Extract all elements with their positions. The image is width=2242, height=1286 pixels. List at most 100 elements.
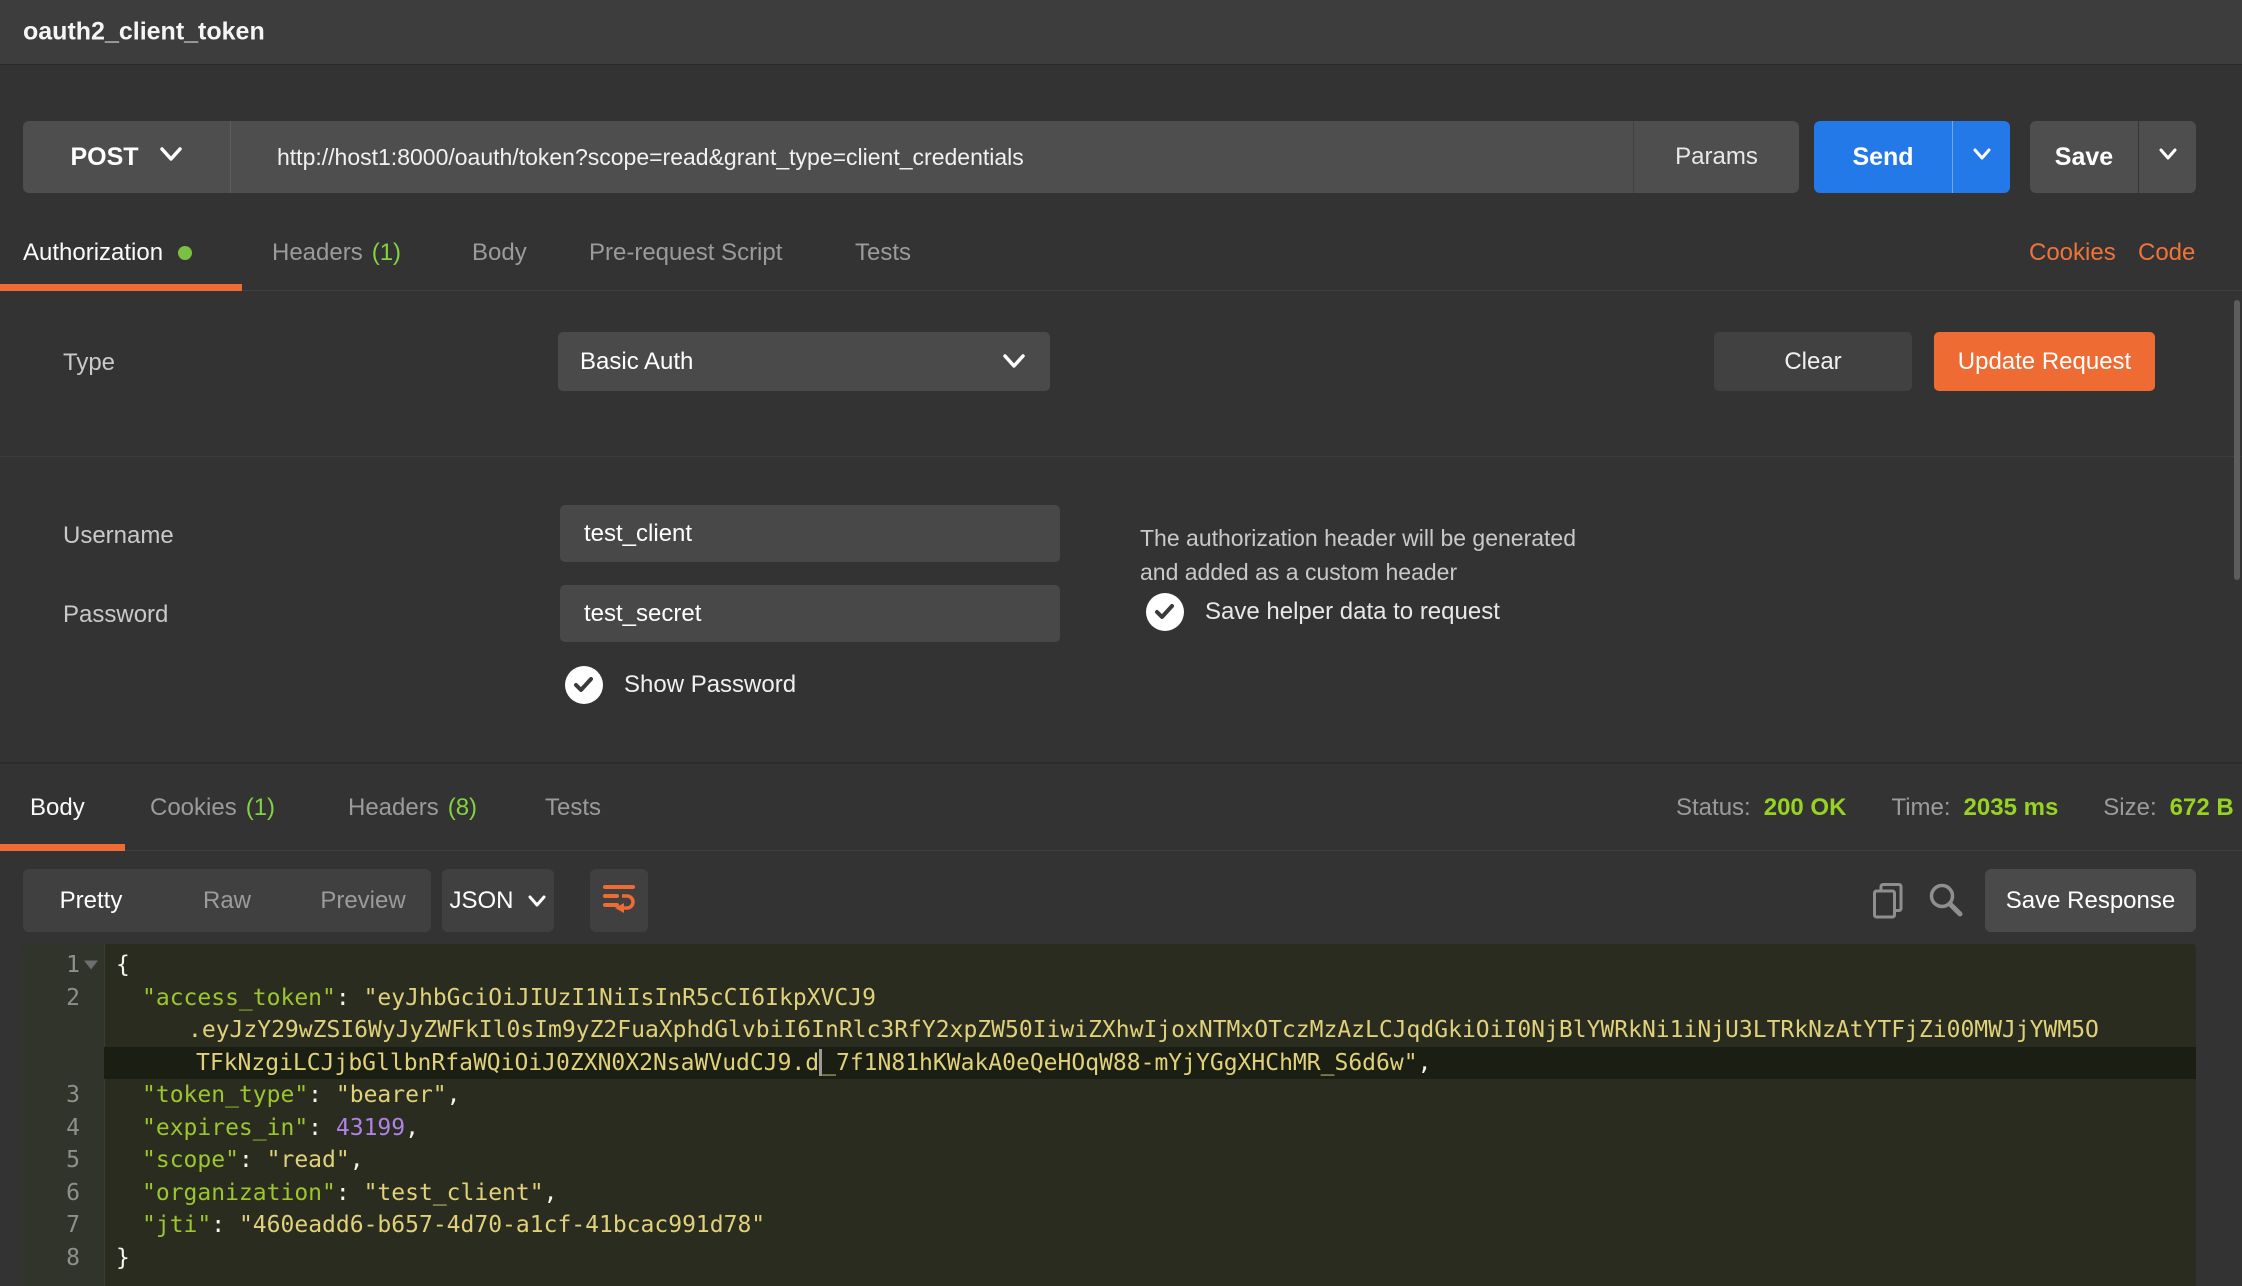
tab-headers[interactable]: Headers (1) [272, 239, 401, 267]
line-number [23, 1014, 104, 1047]
line-number: 8 [23, 1242, 104, 1275]
tab-body[interactable]: Body [472, 239, 527, 267]
response-tab-cookies[interactable]: Cookies (1) [150, 794, 275, 822]
send-button[interactable]: Send [1814, 121, 2010, 193]
code-line: 6"organization": "test_client", [23, 1177, 2196, 1210]
chevron-down-icon [1972, 148, 1992, 166]
code-line: 5"scope": "read", [23, 1144, 2196, 1177]
cookies-count-badge: (1) [246, 794, 275, 822]
response-format-dropdown[interactable]: JSON [442, 869, 554, 932]
size-value: 672 B [2170, 794, 2234, 822]
params-button[interactable]: Params [1633, 121, 1799, 193]
code-line: TFkNzgiLCJjbGllbnRfaWQiOiJ0ZXN0X2NsaWVud… [23, 1047, 2196, 1080]
search-response-button[interactable] [1928, 882, 1964, 923]
code-line: 7"jti": "460eadd6-b657-4d70-a1cf-41bcac9… [23, 1209, 2196, 1242]
response-tab-headers-label: Headers [348, 794, 439, 822]
response-meta: Status: 200 OK Time: 2035 ms Size: 672 B [1676, 794, 2234, 822]
tab-authorization[interactable]: Authorization [23, 239, 192, 267]
response-tab-cookies-label: Cookies [150, 794, 237, 822]
auth-type-dropdown[interactable]: Basic Auth [558, 332, 1050, 391]
save-label[interactable]: Save [2030, 121, 2138, 193]
code-line: 2"access_token": "eyJhbGciOiJIUzI1NiIsIn… [23, 982, 2196, 1015]
clear-button[interactable]: Clear [1714, 332, 1912, 391]
section-divider [0, 456, 2242, 457]
response-view-modes: Pretty Raw Preview [23, 869, 431, 932]
code-line: 3"token_type": "bearer", [23, 1079, 2196, 1112]
request-tabs: Authorization Headers (1) Body Pre-reque… [0, 215, 2242, 291]
cookies-link[interactable]: Cookies [2029, 239, 2116, 267]
code-text: .eyJzY29wZSI6WyJyZWFkIl0sIm9yZ2FuaXphdGl… [104, 1014, 2196, 1047]
code-lines: 1{2"access_token": "eyJhbGciOiJIUzI1NiIs… [23, 944, 2196, 1274]
view-mode-preview[interactable]: Preview [295, 869, 431, 932]
response-tab-tests-label: Tests [545, 794, 601, 822]
checkmark-icon [565, 666, 603, 704]
time-label: Time: [1891, 794, 1950, 822]
time-value: 2035 ms [1964, 794, 2059, 822]
copy-response-button[interactable] [1872, 882, 1904, 925]
code-text: "jti": "460eadd6-b657-4d70-a1cf-41bcac99… [104, 1209, 2196, 1242]
line-number [23, 1047, 104, 1080]
request-tab-title[interactable]: oauth2_client_token [23, 18, 265, 47]
auth-type-label: Type [63, 349, 115, 377]
chevron-down-icon [2158, 148, 2178, 166]
status-label: Status: [1676, 794, 1751, 822]
save-helper-label: Save helper data to request [1205, 598, 1500, 626]
response-body-editor[interactable]: 1{2"access_token": "eyJhbGciOiJIUzI1NiIs… [23, 944, 2196, 1286]
line-number: 6 [23, 1177, 104, 1210]
code-line: 4"expires_in": 43199, [23, 1112, 2196, 1145]
method-dropdown[interactable]: POST [23, 121, 231, 193]
fold-caret-icon[interactable] [84, 961, 98, 970]
auth-helper-note: The authorization header will be generat… [1140, 521, 1620, 589]
tab-body-label: Body [472, 239, 527, 267]
password-field[interactable] [560, 585, 1060, 642]
response-tab-headers[interactable]: Headers (8) [348, 794, 477, 822]
url-input[interactable] [231, 121, 1633, 193]
tab-prerequest-script[interactable]: Pre-request Script [589, 239, 782, 267]
username-label: Username [63, 522, 174, 550]
response-tab-body[interactable]: Body [30, 794, 85, 822]
chevron-down-icon [527, 887, 547, 915]
method-label: POST [70, 143, 138, 172]
save-response-button[interactable]: Save Response [1985, 869, 2196, 932]
active-response-tab-underline [0, 844, 125, 851]
code-line: 1{ [23, 949, 2196, 982]
update-request-button[interactable]: Update Request [1934, 332, 2155, 391]
view-mode-raw[interactable]: Raw [159, 869, 295, 932]
checkmark-icon [1146, 593, 1184, 631]
save-helper-checkbox[interactable]: Save helper data to request [1146, 593, 1500, 631]
line-number: 7 [23, 1209, 104, 1242]
save-options-dropdown[interactable] [2138, 121, 2196, 193]
response-format-value: JSON [449, 887, 513, 915]
auth-configured-dot [178, 246, 192, 260]
show-password-checkbox[interactable]: Show Password [565, 666, 796, 704]
send-label[interactable]: Send [1814, 121, 1952, 193]
view-mode-pretty[interactable]: Pretty [23, 869, 159, 932]
wrap-text-button[interactable] [590, 869, 648, 932]
chevron-down-icon [159, 147, 183, 167]
code-link[interactable]: Code [2138, 239, 2195, 267]
username-field[interactable] [560, 505, 1060, 562]
code-text: { [104, 949, 2196, 982]
tab-tests[interactable]: Tests [855, 239, 911, 267]
code-text: TFkNzgiLCJjbGllbnRfaWQiOiJ0ZXN0X2NsaWVud… [104, 1047, 2196, 1080]
status-value: 200 OK [1764, 794, 1847, 822]
line-number: 2 [23, 982, 104, 1015]
response-tabs: Body Cookies (1) Headers (8) Tests Statu… [0, 765, 2242, 851]
save-button[interactable]: Save [2030, 121, 2196, 193]
auth-type-value: Basic Auth [580, 348, 693, 376]
send-options-dropdown[interactable] [1952, 121, 2010, 193]
code-text: "organization": "test_client", [104, 1177, 2196, 1210]
code-text: "expires_in": 43199, [104, 1112, 2196, 1145]
active-tab-underline [0, 284, 242, 291]
postman-window: oauth2_client_token POST Params Send Sav… [0, 0, 2242, 1286]
copy-icon [1872, 882, 1904, 925]
page-scrollbar-thumb[interactable] [2234, 300, 2240, 580]
response-tab-tests[interactable]: Tests [545, 794, 601, 822]
code-text: } [104, 1242, 2196, 1275]
code-text: "scope": "read", [104, 1144, 2196, 1177]
response-tab-body-label: Body [30, 794, 85, 822]
size-label: Size: [2103, 794, 2156, 822]
code-text: "access_token": "eyJhbGciOiJIUzI1NiIsInR… [104, 982, 2196, 1015]
password-label: Password [63, 601, 168, 629]
code-text: "token_type": "bearer", [104, 1079, 2196, 1112]
